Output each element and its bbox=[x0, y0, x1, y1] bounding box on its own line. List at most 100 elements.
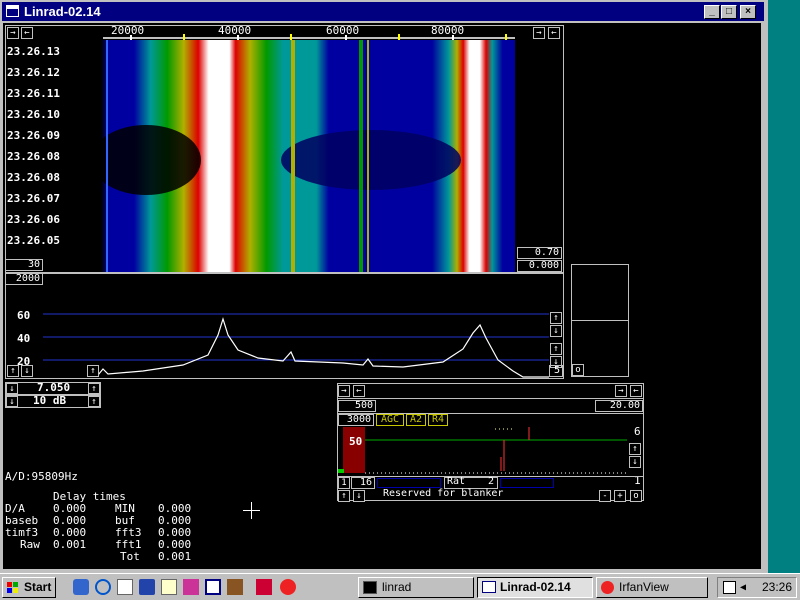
baseband-16-button[interactable]: 16 bbox=[351, 477, 375, 489]
task-linrad[interactable]: linrad bbox=[358, 577, 474, 598]
bandwidth-value[interactable]: 3000 bbox=[338, 414, 374, 426]
maximize-button[interactable]: □ bbox=[721, 5, 737, 19]
level-indicator bbox=[338, 469, 344, 473]
baseband-minus-button[interactable]: - bbox=[599, 490, 611, 502]
baseband-shift-right-button[interactable]: ← bbox=[353, 385, 365, 397]
freq-up-button[interactable]: ↑ bbox=[88, 383, 100, 394]
waterfall-gain-value[interactable]: 0.70 bbox=[517, 247, 562, 259]
time-label: 23.26.08 bbox=[7, 150, 60, 163]
system-tray: ◀ 23:26 bbox=[717, 577, 797, 598]
task-irfanview[interactable]: IrfanView bbox=[596, 577, 708, 598]
time-label: 23.26.06 bbox=[7, 213, 60, 226]
irfanview-task-icon bbox=[601, 581, 614, 594]
baseband-zoom-out-button[interactable]: ← bbox=[630, 385, 642, 397]
editor-icon[interactable] bbox=[117, 579, 133, 595]
spectrum-display[interactable] bbox=[43, 305, 549, 379]
start-button[interactable]: Start bbox=[2, 577, 56, 598]
time-label: 23.26.12 bbox=[7, 66, 60, 79]
baseband-spectrum[interactable] bbox=[365, 427, 627, 475]
baseband-right-num-top: 6 bbox=[634, 425, 641, 438]
clock: 23:26 bbox=[762, 580, 793, 594]
baseband-o-button[interactable]: o bbox=[630, 490, 642, 502]
taskbar: Start linrad Linrad-02.14 IrfanView ◀ 23… bbox=[0, 573, 800, 600]
baseband-bottom-down-button[interactable]: ↓ bbox=[353, 490, 365, 502]
task-label: IrfanView bbox=[619, 580, 669, 594]
freq-label-80000: 80000 bbox=[431, 24, 465, 37]
baseband-1-button[interactable]: 1 bbox=[338, 477, 350, 489]
paint-icon[interactable] bbox=[183, 579, 199, 595]
db-up-button[interactable]: ↑ bbox=[88, 396, 100, 407]
time-label: 23.26.05 bbox=[7, 234, 60, 247]
r4-label: R4 bbox=[431, 414, 445, 425]
spectrum-left-button[interactable]: ↑ bbox=[87, 365, 99, 377]
tools-icon[interactable] bbox=[227, 579, 243, 595]
a2-label: A2 bbox=[409, 414, 423, 425]
spectrum-avg-down-button[interactable]: ↓ bbox=[21, 365, 33, 377]
time-label: 23.26.11 bbox=[7, 87, 60, 100]
a2-button[interactable]: A2 bbox=[406, 414, 426, 426]
window-icon[interactable] bbox=[205, 579, 221, 595]
window-title: Linrad-02.14 bbox=[24, 4, 101, 19]
waterfall-zoom-in-button[interactable]: → bbox=[533, 27, 545, 39]
waterfall-shift-left-button[interactable]: → bbox=[7, 27, 19, 39]
spectrum-y-label-40: 40 bbox=[17, 332, 31, 345]
time-label: 23.26.09 bbox=[7, 129, 60, 142]
time-label: 23.26.13 bbox=[7, 45, 60, 58]
agc-button[interactable]: AGC bbox=[376, 414, 404, 426]
task-label: linrad bbox=[382, 580, 412, 594]
baseband-left-value[interactable]: 500 bbox=[338, 400, 376, 412]
internet-explorer-icon[interactable] bbox=[95, 579, 111, 595]
baseband-zoom-in-button[interactable]: → bbox=[615, 385, 627, 397]
waterfall-avg-value[interactable]: 30 bbox=[5, 259, 43, 271]
baseband-divider bbox=[337, 398, 644, 399]
db-down-button[interactable]: ↓ bbox=[6, 396, 18, 407]
baseband-shift-left-button[interactable]: → bbox=[338, 385, 350, 397]
waterfall-zero-value[interactable]: 0.000 bbox=[517, 260, 562, 272]
polarization-divider bbox=[571, 320, 629, 321]
waterfall-shift-right-button[interactable]: ← bbox=[21, 27, 33, 39]
freq-label-60000: 60000 bbox=[326, 24, 360, 37]
baseband-plus-button[interactable]: + bbox=[614, 490, 626, 502]
freq-label-20000: 20000 bbox=[111, 24, 145, 37]
spectrum-up-button-2[interactable]: ↑ bbox=[550, 343, 562, 355]
task-label: Linrad-02.14 bbox=[500, 580, 571, 594]
title-bar[interactable]: Linrad-02.14 _ □ × bbox=[2, 2, 764, 21]
volume-icon[interactable]: ◀ bbox=[740, 582, 752, 593]
spectrum-up-button[interactable]: ↑ bbox=[550, 312, 562, 324]
delay-value: 0.001 bbox=[53, 538, 87, 551]
minimize-button[interactable]: _ bbox=[704, 5, 720, 19]
irfanview-icon[interactable] bbox=[280, 579, 296, 595]
ftp-icon[interactable] bbox=[139, 579, 155, 595]
linrad-task-icon bbox=[363, 581, 377, 594]
baseband-right-value[interactable]: 20.00 bbox=[595, 400, 643, 412]
level-bar bbox=[343, 427, 365, 473]
spectrum-top-value[interactable]: 2000 bbox=[5, 273, 43, 285]
window-task-icon bbox=[482, 581, 496, 593]
baseband-bottom-up-button[interactable]: ↑ bbox=[338, 490, 350, 502]
freq-label-40000: 40000 bbox=[218, 24, 252, 37]
spectrum-avg-up-button[interactable]: ↑ bbox=[7, 365, 19, 377]
mouse-cursor-crosshair-v bbox=[251, 502, 252, 519]
linrad-window: Linrad-02.14 _ □ × → ← → ← 20000 40000 6… bbox=[0, 0, 768, 573]
save-disk-icon[interactable] bbox=[256, 579, 272, 595]
rat-value: 2 bbox=[488, 476, 495, 487]
spectrum-down-button[interactable]: ↓ bbox=[550, 325, 562, 337]
baseband-down-button[interactable]: ↓ bbox=[629, 456, 641, 468]
scheduler-icon[interactable] bbox=[723, 581, 736, 594]
close-button[interactable]: × bbox=[740, 5, 756, 19]
baseband-up-button[interactable]: ↑ bbox=[629, 443, 641, 455]
linrad-screen: → ← → ← 20000 40000 60000 80000 23.26.13… bbox=[3, 23, 761, 569]
waterfall-zoom-out-button[interactable]: ← bbox=[548, 27, 560, 39]
time-label: 23.26.10 bbox=[7, 108, 60, 121]
spectrum-corner-value[interactable]: 5 bbox=[549, 365, 563, 377]
notepad-icon[interactable] bbox=[161, 579, 177, 595]
freq-down-button[interactable]: ↓ bbox=[6, 383, 18, 394]
delay-value: 0.001 bbox=[158, 550, 192, 563]
task-linrad-02-14[interactable]: Linrad-02.14 bbox=[477, 577, 593, 598]
waterfall-display[interactable] bbox=[101, 40, 515, 272]
agc-label: AGC bbox=[380, 414, 400, 425]
r4-button[interactable]: R4 bbox=[428, 414, 448, 426]
polarization-o-button[interactable]: o bbox=[572, 364, 584, 376]
desktop-icon[interactable] bbox=[73, 579, 89, 595]
windows-logo-icon bbox=[7, 582, 19, 593]
